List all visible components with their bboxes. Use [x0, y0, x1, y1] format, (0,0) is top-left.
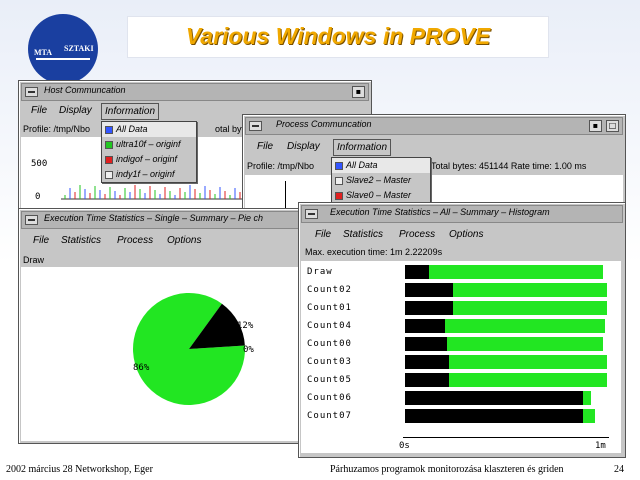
maximize-button[interactable]: □ — [606, 120, 619, 132]
histogram-bar-black — [405, 265, 430, 279]
pie-subtitle: Draw — [23, 255, 45, 265]
menu-file[interactable]: File — [257, 141, 273, 152]
window-menu-button[interactable] — [25, 87, 38, 97]
menu-information[interactable]: Information — [333, 139, 392, 156]
histogram-row-label: Count03 — [307, 357, 352, 367]
pie-window-titlebar[interactable]: Execution Time Statistics – Single – Sum… — [21, 211, 305, 229]
histogram-bar-black — [405, 283, 454, 297]
pie-label-12: 12% — [237, 321, 254, 331]
histogram-row-label: Draw — [307, 267, 333, 277]
pie-plot-area: 12% 0% 86% — [21, 267, 305, 441]
histogram-bar-black — [405, 319, 446, 333]
histogram-bar-green — [429, 265, 603, 279]
pie-menubar: File Statistics Process Options — [21, 233, 305, 250]
histogram-bar-green — [453, 301, 607, 315]
host-profile-label: Profile: /tmp/Nbo — [23, 124, 91, 134]
process-menubar: File Display Information — [245, 139, 623, 156]
process-profile-total: Total bytes: 451144 Rate time: 1.00 ms — [431, 161, 587, 171]
menu-options[interactable]: Options — [449, 229, 483, 240]
histogram-window-title: Execution Time Statistics – All – Summar… — [330, 207, 550, 217]
host-window-title: Host Communcation — [44, 85, 126, 95]
dropdown-item-slave0[interactable]: Slave0 – Master — [332, 188, 430, 203]
process-window-titlebar[interactable]: Process Communcation ▪ □ — [245, 117, 623, 135]
menu-file[interactable]: File — [33, 235, 49, 246]
minimize-button[interactable]: ▪ — [589, 120, 602, 132]
logo-text-left: MTA — [34, 48, 53, 57]
histogram-bar-black — [405, 391, 583, 405]
histogram-row-label: Count01 — [307, 303, 352, 313]
process-communication-window: Process Communcation ▪ □ File Display In… — [242, 114, 626, 216]
slide-title-box: Various Windows in PROVE — [128, 17, 548, 57]
menu-file[interactable]: File — [31, 105, 47, 116]
menu-options[interactable]: Options — [167, 235, 201, 246]
pie-label-0: 0% — [243, 345, 254, 355]
menu-process[interactable]: Process — [117, 235, 153, 246]
menu-process[interactable]: Process — [399, 229, 435, 240]
footer-center: Párhuzamos programok monitorozása klaszt… — [330, 464, 564, 475]
menu-display[interactable]: Display — [287, 141, 320, 152]
histogram-bar-black — [405, 301, 454, 315]
menu-information[interactable]: Information — [101, 103, 160, 120]
process-information-dropdown: All Data Slave2 – Master Slave0 – Master — [331, 157, 431, 204]
histogram-bar-green — [445, 319, 605, 333]
page-number: 24 — [614, 464, 624, 475]
host-information-dropdown: All Data ultra10f – originf indigof – or… — [101, 121, 197, 183]
dropdown-item-ultra10f[interactable]: ultra10f – originf — [102, 137, 196, 152]
histogram-max-time: Max. execution time: 1m 2.22209s — [305, 247, 443, 257]
host-window-titlebar[interactable]: Host Communcation ▪ — [21, 83, 369, 101]
window-menu-button[interactable] — [25, 215, 38, 225]
histogram-axis-start: 0s — [399, 441, 410, 451]
histogram-bar-green — [447, 337, 603, 351]
dropdown-item-all-data[interactable]: All Data — [332, 158, 430, 173]
histogram-row-label: Count00 — [307, 339, 352, 349]
mta-sztaki-logo: MTA SZTAKI — [28, 14, 98, 84]
histogram-row-label: Count06 — [307, 393, 352, 403]
footer-left: 2002 március 28 Networkshop, Eger — [6, 464, 153, 475]
histogram-bar-black — [405, 409, 583, 423]
pie-label-86: 86% — [133, 363, 150, 373]
minimize-button[interactable]: ▪ — [352, 86, 365, 98]
menu-file[interactable]: File — [315, 229, 331, 240]
histogram-row-label: Count02 — [307, 285, 352, 295]
process-profile-label: Profile: /tmp/Nbo — [247, 161, 315, 171]
process-chart-line — [285, 181, 286, 211]
dropdown-item-slave2[interactable]: Slave2 – Master — [332, 173, 430, 188]
histogram-window: Execution Time Statistics – All – Summar… — [298, 202, 626, 458]
histogram-plot-area: Draw Count02 Count01 Count04 Count00 Count03 C… — [301, 261, 621, 453]
histogram-row-label: Count07 — [307, 411, 352, 421]
histogram-bar-black — [405, 355, 450, 369]
histogram-bar-green — [449, 355, 607, 369]
histogram-bar-green — [449, 373, 607, 387]
histogram-bar-black — [405, 337, 448, 351]
pie-window-title: Execution Time Statistics – Single – Sum… — [44, 213, 264, 223]
dropdown-item-indy1f[interactable]: indy1f – originf — [102, 167, 196, 182]
window-menu-button[interactable] — [305, 209, 318, 219]
logo-text-right: SZTAKI — [64, 44, 94, 53]
process-window-title: Process Communcation — [276, 119, 372, 129]
histogram-menubar: File Statistics Process Options — [301, 227, 623, 244]
histogram-axis — [403, 437, 609, 438]
histogram-bar-black — [405, 373, 450, 387]
logo-rule — [36, 58, 90, 60]
histogram-row-label: Count05 — [307, 375, 352, 385]
histogram-axis-end: 1m — [595, 441, 606, 451]
histogram-bar-green — [582, 409, 595, 423]
pie-chart-window: Execution Time Statistics – Single – Sum… — [18, 208, 308, 444]
histogram-row-label: Count04 — [307, 321, 352, 331]
histogram-bar-green — [582, 391, 591, 405]
menu-statistics[interactable]: Statistics — [343, 229, 383, 240]
pie-chart-svg — [133, 293, 245, 405]
dropdown-item-all-data[interactable]: All Data — [102, 122, 196, 137]
histogram-window-titlebar[interactable]: Execution Time Statistics – All – Summar… — [301, 205, 623, 223]
window-menu-button[interactable] — [249, 121, 262, 131]
slide-title: Various Windows in PROVE — [185, 23, 491, 49]
histogram-bar-green — [453, 283, 607, 297]
menu-statistics[interactable]: Statistics — [61, 235, 101, 246]
menu-display[interactable]: Display — [59, 105, 92, 116]
dropdown-item-indigof[interactable]: indigof – originf — [102, 152, 196, 167]
